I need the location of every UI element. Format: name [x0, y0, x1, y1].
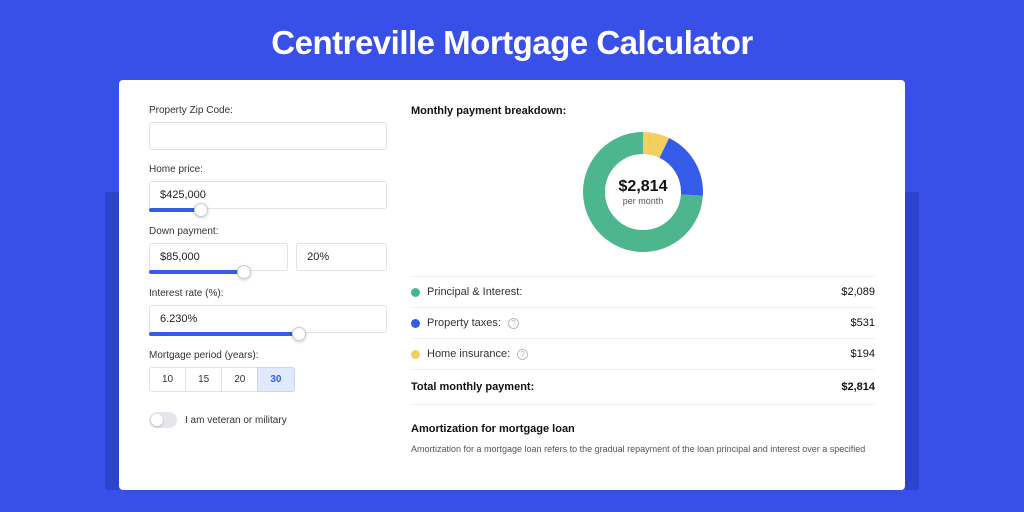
row-label: Property taxes: [427, 317, 501, 329]
down-payment-group: Down payment: [149, 226, 387, 274]
period-option-30[interactable]: 30 [257, 367, 294, 392]
home-price-input[interactable] [149, 181, 387, 209]
down-payment-label: Down payment: [149, 226, 387, 237]
info-icon[interactable]: ? [517, 349, 528, 360]
home-price-label: Home price: [149, 164, 387, 175]
row-label: Principal & Interest: [427, 286, 522, 298]
interest-rate-label: Interest rate (%): [149, 288, 387, 299]
down-payment-pct-input[interactable] [296, 243, 387, 271]
zip-label: Property Zip Code: [149, 105, 387, 116]
breakdown-row-taxes: Property taxes: ? $531 [411, 308, 875, 339]
amortization-text: Amortization for a mortgage loan refers … [411, 443, 875, 457]
dot-icon [411, 288, 420, 297]
card-shadow-right [905, 192, 919, 490]
period-option-10[interactable]: 10 [149, 367, 186, 392]
page-title: Centreville Mortgage Calculator [0, 0, 1024, 80]
home-price-slider-thumb[interactable] [194, 203, 208, 217]
period-label: Mortgage period (years): [149, 350, 387, 361]
donut-chart: $2,814 per month [580, 129, 706, 255]
info-icon[interactable]: ? [508, 318, 519, 329]
down-payment-input[interactable] [149, 243, 288, 271]
row-value: $2,089 [841, 286, 875, 298]
dot-icon [411, 319, 420, 328]
breakdown-row-insurance: Home insurance: ? $194 [411, 339, 875, 370]
donut-center: $2,814 per month [580, 129, 706, 255]
home-price-group: Home price: [149, 164, 387, 212]
period-segmented: 10 15 20 30 [149, 367, 387, 392]
amortization-title: Amortization for mortgage loan [411, 423, 875, 435]
interest-rate-slider-thumb[interactable] [292, 327, 306, 341]
form-column: Property Zip Code: Home price: Down paym… [149, 105, 387, 490]
donut-sub: per month [623, 196, 664, 206]
interest-rate-slider[interactable] [149, 332, 299, 336]
interest-rate-group: Interest rate (%): [149, 288, 387, 336]
period-group: Mortgage period (years): 10 15 20 30 [149, 350, 387, 392]
down-payment-slider-thumb[interactable] [237, 265, 251, 279]
veteran-label: I am veteran or military [185, 415, 287, 426]
breakdown-title: Monthly payment breakdown: [411, 105, 875, 117]
veteran-toggle[interactable] [149, 412, 177, 428]
breakdown-row-principal: Principal & Interest: $2,089 [411, 277, 875, 308]
donut-chart-wrap: $2,814 per month [411, 129, 875, 255]
total-label: Total monthly payment: [411, 381, 534, 393]
home-price-slider[interactable] [149, 208, 201, 212]
row-label: Home insurance: [427, 348, 510, 360]
period-option-20[interactable]: 20 [221, 367, 258, 392]
period-option-15[interactable]: 15 [185, 367, 222, 392]
down-payment-slider[interactable] [149, 270, 244, 274]
calculator-card: Property Zip Code: Home price: Down paym… [119, 80, 905, 490]
interest-rate-input[interactable] [149, 305, 387, 333]
zip-group: Property Zip Code: [149, 105, 387, 150]
total-value: $2,814 [841, 381, 875, 393]
row-value: $194 [851, 348, 875, 360]
dot-icon [411, 350, 420, 359]
donut-amount: $2,814 [619, 178, 668, 196]
zip-input[interactable] [149, 122, 387, 150]
row-value: $531 [851, 317, 875, 329]
veteran-row: I am veteran or military [149, 412, 387, 428]
breakdown-column: Monthly payment breakdown: $2,814 per mo… [411, 105, 875, 490]
card-shadow-left [105, 192, 119, 490]
breakdown-total-row: Total monthly payment: $2,814 [411, 370, 875, 405]
